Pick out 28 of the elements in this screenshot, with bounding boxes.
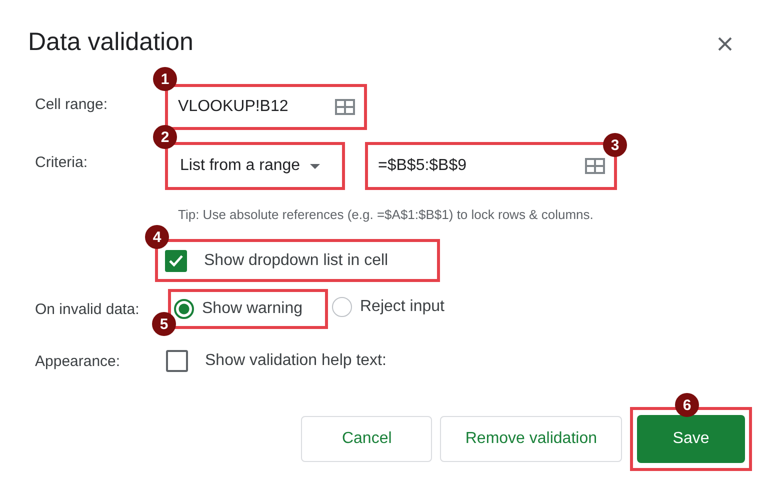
field-label: On invalid data:: [35, 300, 140, 318]
caret-icon: [310, 164, 320, 168]
field-label: Cell range:: [35, 96, 109, 113]
step-badge: 3: [603, 133, 627, 157]
step-badge: 2: [153, 125, 177, 149]
radio-button[interactable]: [332, 296, 352, 316]
dialog-button[interactable]: Remove validation: [440, 416, 622, 462]
step-badge: 4: [145, 225, 169, 249]
step-badge: 6: [675, 393, 699, 417]
radio-button[interactable]: [174, 299, 194, 319]
field-label: Appearance:: [35, 352, 122, 370]
step-badge: 5: [152, 312, 176, 336]
checkbox-label: Show validation help text:: [205, 352, 386, 370]
checkbox[interactable]: [165, 250, 187, 272]
dialog-button[interactable]: Cancel: [301, 416, 432, 462]
field-label: Criteria:: [35, 154, 89, 171]
step-badge: 1: [153, 67, 177, 91]
grid-icon[interactable]: [585, 158, 605, 174]
grid-icon[interactable]: [335, 99, 355, 115]
check-icon: [168, 254, 184, 268]
save-button[interactable]: Save: [637, 415, 745, 463]
radio-label: Reject input: [360, 298, 444, 316]
checkbox[interactable]: [166, 350, 188, 372]
close-icon[interactable]: [717, 36, 733, 52]
radio-label: Show warning: [202, 300, 302, 318]
checkbox-label: Show dropdown list in cell: [204, 252, 388, 270]
dialog-title: Data validation: [28, 28, 194, 57]
tip-text: Tip: Use absolute references (e.g. =$A$1:$B$1) to lock rows & columns.: [177, 207, 594, 224]
